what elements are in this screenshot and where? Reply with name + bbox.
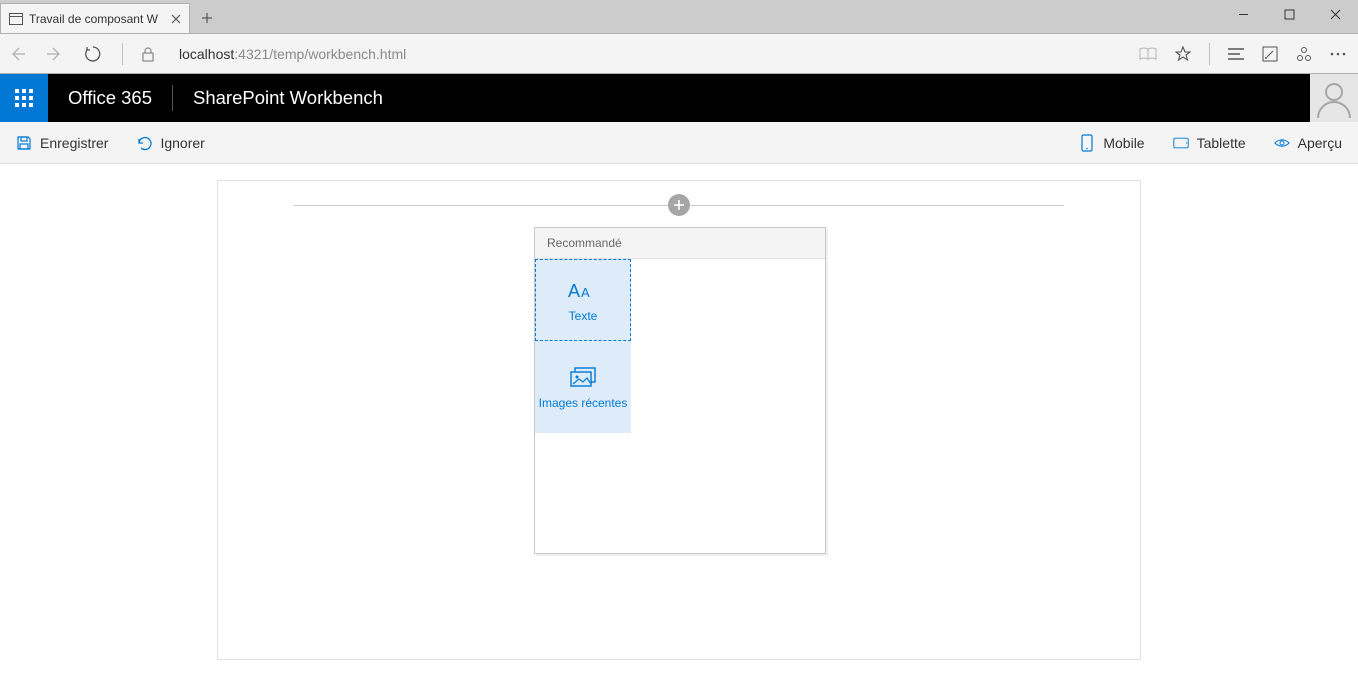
- picker-header: Recommandé: [535, 228, 825, 259]
- lock-icon: [141, 46, 161, 62]
- tablet-view-button[interactable]: Tablette: [1173, 135, 1246, 151]
- url-host: localhost: [179, 46, 234, 62]
- svg-text:A: A: [568, 281, 580, 301]
- new-tab-button[interactable]: [190, 3, 224, 33]
- images-icon: [569, 364, 597, 390]
- forward-button[interactable]: [46, 45, 66, 63]
- canvas-area: Recommandé AA Texte Images récentes: [0, 164, 1358, 660]
- save-label: Enregistrer: [40, 135, 108, 151]
- page-icon: [9, 13, 23, 25]
- minimize-button[interactable]: [1220, 0, 1266, 28]
- reading-view-icon[interactable]: [1139, 47, 1157, 61]
- url-path: :4321/temp/workbench.html: [234, 46, 406, 62]
- tablet-icon: [1173, 135, 1189, 151]
- browser-address-bar: localhost:4321/temp/workbench.html: [0, 34, 1358, 74]
- mobile-label: Mobile: [1103, 135, 1144, 151]
- undo-icon: [136, 135, 152, 151]
- discard-label: Ignorer: [160, 135, 204, 151]
- webpart-picker: Recommandé AA Texte Images récentes: [534, 227, 826, 554]
- browser-right-icons: [1139, 43, 1350, 65]
- browser-tabbar: Travail de composant W: [0, 0, 1358, 34]
- preview-button[interactable]: Aperçu: [1274, 135, 1342, 151]
- tile-label: Images récentes: [539, 396, 628, 410]
- webpart-tile-text[interactable]: AA Texte: [535, 259, 631, 341]
- app-launcher-button[interactable]: [0, 74, 48, 122]
- mobile-view-button[interactable]: Mobile: [1079, 135, 1144, 151]
- favorite-icon[interactable]: [1175, 46, 1191, 62]
- webpart-tile-recent-images[interactable]: Images récentes: [535, 341, 631, 433]
- back-button[interactable]: [8, 45, 28, 63]
- page-canvas: Recommandé AA Texte Images récentes: [217, 180, 1141, 660]
- command-bar: Enregistrer Ignorer Mobile Tablette Aper…: [0, 122, 1358, 164]
- url-field[interactable]: localhost:4321/temp/workbench.html: [179, 46, 1121, 62]
- close-tab-icon[interactable]: [171, 14, 181, 24]
- preview-label: Aperçu: [1298, 135, 1342, 151]
- browser-tab[interactable]: Travail de composant W: [0, 3, 190, 33]
- save-button[interactable]: Enregistrer: [16, 135, 108, 151]
- maximize-button[interactable]: [1266, 0, 1312, 28]
- brand-label: Office 365: [48, 87, 172, 109]
- window-controls: [1220, 0, 1358, 34]
- refresh-button[interactable]: [84, 45, 104, 63]
- more-icon[interactable]: [1330, 52, 1346, 56]
- separator: [1209, 43, 1210, 65]
- add-webpart-button[interactable]: [668, 194, 690, 216]
- tab-title: Travail de composant W: [29, 12, 158, 26]
- page-title: SharePoint Workbench: [173, 87, 403, 109]
- save-icon: [16, 135, 32, 151]
- tablet-label: Tablette: [1197, 135, 1246, 151]
- notes-icon[interactable]: [1262, 46, 1278, 62]
- discard-button[interactable]: Ignorer: [136, 135, 204, 151]
- text-icon: AA: [568, 277, 598, 303]
- user-avatar[interactable]: [1310, 74, 1358, 122]
- separator: [122, 43, 123, 65]
- app-bar: Office 365 SharePoint Workbench: [0, 74, 1358, 122]
- close-window-button[interactable]: [1312, 0, 1358, 28]
- preview-icon: [1274, 135, 1290, 151]
- tile-label: Texte: [569, 309, 598, 323]
- mobile-icon: [1079, 135, 1095, 151]
- hub-icon[interactable]: [1228, 48, 1244, 60]
- svg-text:A: A: [581, 285, 590, 300]
- share-icon[interactable]: [1296, 46, 1312, 62]
